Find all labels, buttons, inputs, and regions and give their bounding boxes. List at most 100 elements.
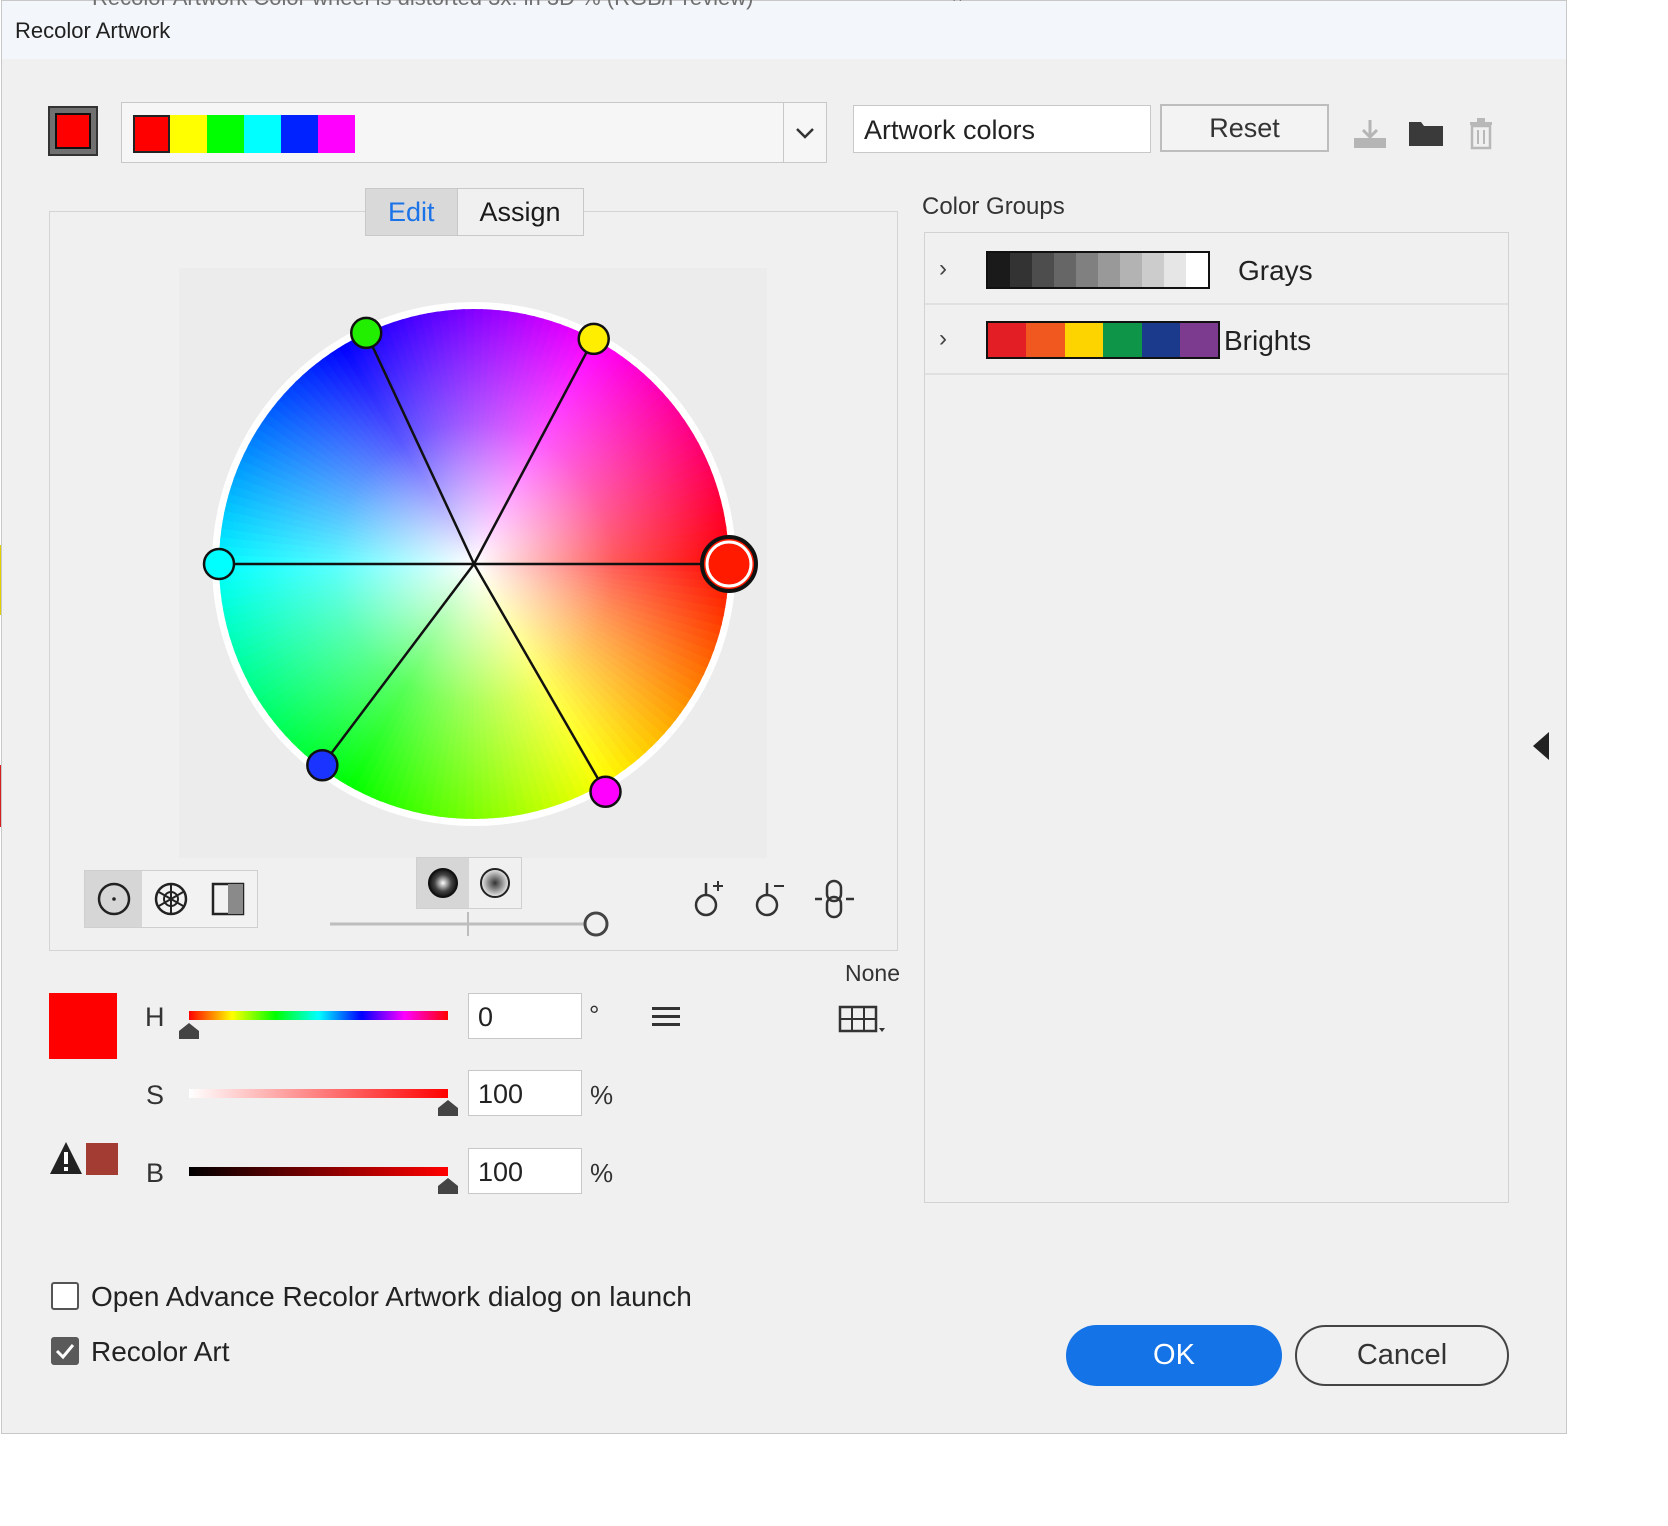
saturation-input[interactable]: 100 [468,1070,582,1116]
save-group-icon[interactable] [1350,114,1390,154]
color-table-icon[interactable] [838,1004,888,1036]
add-color-tool-icon[interactable] [690,878,732,920]
wheel-mode-group [84,870,258,928]
gamut-warning-icon[interactable] [48,1140,84,1176]
segmented-wheel-button[interactable] [142,871,199,927]
wheel-display-group [416,857,522,909]
folder-icon[interactable] [1406,113,1446,153]
hue-input[interactable]: 0 [468,993,582,1039]
group-name-grays: Grays [1238,255,1313,286]
color-wheel[interactable] [179,268,767,858]
group-swatch[interactable] [988,323,1027,357]
color-group-strip[interactable] [121,102,827,163]
hue-label: H [145,1002,165,1032]
edit-assign-tabs: Edit Assign [365,188,584,236]
color-handle-blue[interactable] [306,749,339,782]
background-window-title: Recolor Artwork Color wheel is distorted… [92,0,753,11]
group-swatch[interactable] [1032,253,1054,287]
trash-icon[interactable] [1461,113,1501,153]
brights-swatches [986,321,1221,359]
group-swatch[interactable] [1054,253,1076,287]
color-handle-yellow[interactable] [577,322,610,356]
group-swatch[interactable] [1076,253,1098,287]
saturation-slider-thumb[interactable] [437,1099,459,1117]
strip-swatch[interactable] [207,115,244,153]
hue-slider-thumb[interactable] [178,1022,200,1040]
color-bars-icon [211,882,244,916]
background-close-icon: × [952,0,963,8]
strip-swatches [133,115,355,153]
color-handle-cyan[interactable] [202,547,236,581]
remove-color-tool-icon[interactable] [751,878,793,920]
checkmark-icon [55,1344,75,1360]
recolor-art-label: Recolor Art [91,1336,230,1367]
group-swatch[interactable] [1164,253,1186,287]
brightness-unit: % [590,1158,614,1188]
reset-button[interactable]: Reset [1160,104,1329,152]
expand-chevron-icon[interactable]: › [939,255,947,283]
color-group-grays[interactable]: › Grays [925,235,1508,305]
grays-swatches [986,251,1210,289]
color-source-field[interactable]: Artwork colors [853,105,1151,153]
group-swatch[interactable] [1064,323,1104,357]
group-swatch[interactable] [1179,323,1219,357]
ok-button[interactable]: OK [1066,1325,1282,1386]
brightness-slider-thumb[interactable] [583,911,609,937]
brightness-input[interactable]: 100 [468,1148,582,1194]
hue-unit: ° [589,1000,600,1030]
collapse-panel-arrow-icon[interactable] [1531,730,1553,762]
hamburger-icon[interactable] [650,1004,682,1030]
group-swatch[interactable] [1010,253,1032,287]
brightness-value-slider[interactable] [189,1167,448,1176]
brightness-label: B [146,1158,165,1188]
active-color-fill [55,113,91,149]
advance-dialog-label: Open Advance Recolor Artwork dialog on l… [91,1281,692,1312]
color-groups-label: Color Groups [922,193,1065,220]
segmented-wheel-icon [154,882,187,916]
strip-swatch[interactable] [318,115,355,153]
active-color-swatch[interactable] [48,106,98,156]
show-saturation-button[interactable] [469,858,521,908]
tab-assign[interactable]: Assign [458,189,583,235]
group-swatch[interactable] [1120,253,1142,287]
link-harmony-icon[interactable] [812,878,858,920]
strip-swatch[interactable] [170,115,207,153]
color-handle-green[interactable] [349,316,383,350]
group-swatch[interactable] [1026,323,1065,357]
title-bar[interactable]: Recolor Artwork Color wheel is distorted… [2,0,1566,59]
cancel-button[interactable]: Cancel [1295,1325,1509,1386]
strip-dropdown-button[interactable] [783,103,826,162]
strip-swatch[interactable] [281,115,318,153]
color-handle-magenta[interactable] [589,775,622,809]
expand-chevron-icon[interactable]: › [939,325,947,353]
dialog-title: Recolor Artwork [15,18,171,43]
brightness-slider[interactable] [328,906,618,946]
group-swatch[interactable] [1141,323,1180,357]
smooth-wheel-icon [97,882,130,916]
recolor-art-checkbox[interactable] [51,1337,79,1365]
group-swatch[interactable] [1103,323,1142,357]
group-swatch[interactable] [988,253,1010,287]
tab-edit[interactable]: Edit [366,189,458,235]
color-groups-panel: › Grays › Brights [924,232,1509,1203]
group-swatch[interactable] [1098,253,1120,287]
hue-slider[interactable] [189,1011,448,1020]
color-library-label: None [845,960,900,986]
group-swatch[interactable] [1186,253,1208,287]
strip-swatch[interactable] [133,115,170,153]
color-bars-button[interactable] [199,871,256,927]
gamut-warning-swatch[interactable] [86,1143,118,1175]
saturation-label: S [146,1080,165,1110]
show-brightness-button[interactable] [417,858,469,908]
saturation-slider[interactable] [189,1089,448,1098]
brightness-icon [428,868,458,898]
color-group-brights[interactable]: › Brights [925,305,1508,375]
brightness-value-slider-thumb[interactable] [437,1177,459,1195]
advance-dialog-checkbox[interactable] [51,1282,79,1310]
smooth-wheel-button[interactable] [85,871,142,927]
current-color-preview[interactable] [49,993,117,1059]
color-handle-red[interactable] [700,535,758,593]
strip-swatch[interactable] [244,115,281,153]
saturation-unit: % [590,1080,614,1110]
group-swatch[interactable] [1142,253,1164,287]
